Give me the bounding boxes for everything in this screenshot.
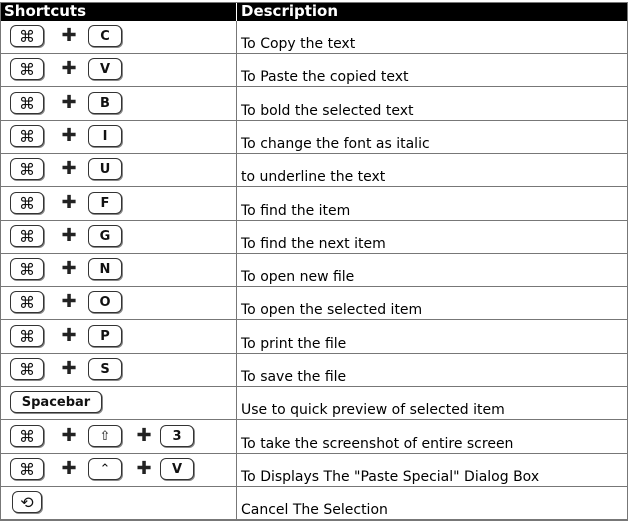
plus-icon: ✚ (61, 124, 77, 146)
command-key-icon: ⌘ (10, 291, 44, 314)
description-text: to underline the text (241, 169, 386, 186)
command-key-icon: ⌘ (10, 191, 44, 214)
letter-key: S (88, 358, 122, 380)
description-text: To find the item (241, 202, 351, 219)
letter-key: N (88, 258, 122, 281)
plus-icon: ✚ (61, 224, 77, 246)
plus-icon: ✚ (61, 324, 77, 346)
description-text: To open the selected item (241, 302, 423, 319)
shortcuts-table: Shortcuts Description ⌘ ✚ C To Copy the tex… (0, 0, 628, 523)
command-key-icon: ⌘ (10, 358, 44, 380)
shortcut-cell: ⌘ ✚ O (0, 287, 236, 319)
description-column-header: Description (237, 2, 628, 21)
table-row: ⌘ ✚ N To open new file (0, 254, 628, 288)
letter-key: G (88, 224, 122, 247)
shortcut-cell: ⌘ ✚ U (0, 154, 236, 186)
command-key-icon: ⌘ (10, 25, 44, 47)
plus-icon: ✚ (61, 25, 77, 46)
plus-icon: ✚ (61, 291, 77, 313)
table-row: Spacebar Use to quick preview of selected… (0, 387, 628, 421)
table-row: ⌘ ✚ C To Copy the text (0, 21, 628, 54)
table-row: ⌘ ✚ ⌃ ✚ V To Displays The "Paste Special" Dia… (0, 454, 628, 487)
command-key-icon: ⌘ (10, 158, 44, 181)
shift-key-icon: ⇧ (88, 424, 122, 447)
command-key-icon: ⌘ (10, 224, 44, 247)
control-key-icon: ⌃ (88, 457, 122, 480)
plus-icon: ✚ (61, 158, 77, 180)
column-divider (236, 21, 237, 521)
plus-icon: ✚ (61, 457, 77, 479)
shortcut-cell: ⟲ (0, 487, 236, 519)
plus-icon: ✚ (61, 358, 77, 379)
plus-icon: ✚ (136, 424, 152, 446)
table-row: ⌘ ✚ O To open the selected item (0, 287, 628, 321)
shortcut-cell: ⌘ ✚ P (0, 321, 236, 353)
letter-key: 3 (160, 424, 194, 447)
table-row: ⌘ ✚ I To change the font as italic (0, 121, 628, 154)
description-text: To Copy the text (241, 36, 356, 52)
letter-key: P (88, 324, 122, 347)
command-key-icon: ⌘ (10, 258, 44, 281)
letter-key: I (88, 124, 122, 147)
letter-key: F (88, 191, 122, 214)
shortcut-cell: ⌘ ✚ I (0, 121, 236, 153)
command-key-icon: ⌘ (10, 324, 44, 347)
table-row: ⌘ ✚ G To find the next item (0, 221, 628, 254)
table-row: ⌘ ✚ Uto underline the text (0, 154, 628, 188)
plus-icon: ✚ (61, 191, 77, 213)
shortcut-cell: ⌘ ✚ ⇧ ✚ 3 (0, 421, 236, 453)
spacebar-key: Spacebar (10, 391, 102, 414)
table-row: ⟲ Cancel The Selection (0, 487, 628, 521)
shortcut-cell: ⌘ ✚ B (0, 88, 236, 120)
shortcut-cell: ⌘ ✚ V (0, 54, 236, 86)
description-text: To Displays The "Paste Special" Dialog B… (241, 468, 540, 485)
plus-icon: ✚ (136, 457, 152, 479)
plus-icon: ✚ (61, 58, 77, 80)
command-key-icon: ⌘ (10, 424, 44, 447)
plus-icon: ✚ (61, 258, 77, 280)
shortcut-cell: ⌘ ✚ S (0, 354, 236, 386)
description-text: Cancel The Selection (241, 502, 388, 519)
letter-key: V (160, 457, 194, 480)
table-row: ⌘ ✚ ⇧ ✚ 3 To take the screenshot of entire sc… (0, 421, 628, 454)
letter-key: V (88, 58, 122, 81)
command-key-icon: ⌘ (10, 91, 44, 114)
shortcut-cell: ⌘ ✚ G (0, 221, 236, 253)
shortcut-cell: Spacebar (0, 387, 236, 419)
description-text: To save the file (241, 369, 347, 385)
plus-icon: ✚ (61, 91, 77, 113)
table-row: ⌘ ✚ F To find the item (0, 188, 628, 221)
shortcut-cell: ⌘ ✚ F (0, 188, 236, 220)
letter-key: C (88, 25, 122, 47)
command-key-icon: ⌘ (10, 124, 44, 147)
description-text: To change the font as italic (241, 135, 430, 152)
shortcut-cell: ⌘ ✚ C (0, 21, 236, 53)
description-text: To bold the selected text (241, 102, 414, 119)
description-text: To print the file (241, 335, 347, 352)
command-key-icon: ⌘ (10, 58, 44, 81)
table-row: ⌘ ✚ P To print the file (0, 321, 628, 354)
description-text: To find the next item (241, 235, 386, 252)
shortcuts-column-header: Shortcuts (0, 2, 236, 21)
letter-key: O (88, 291, 122, 314)
description-text: To Paste the copied text (241, 69, 409, 86)
table-row: ⌘ ✚ V To Paste the copied text (0, 54, 628, 88)
description-text: Use to quick preview of selected item (241, 402, 505, 419)
escape-icon: ⟲ (12, 491, 42, 514)
command-key-icon: ⌘ (10, 457, 44, 480)
description-text: To take the screenshot of entire screen (241, 435, 514, 452)
plus-icon: ✚ (61, 424, 77, 446)
shortcut-cell: ⌘ ✚ ⌃ ✚ V (0, 454, 236, 486)
shortcut-cell: ⌘ ✚ N (0, 254, 236, 286)
letter-key: B (88, 91, 122, 114)
table-row: ⌘ ✚ B To bold the selected text (0, 88, 628, 121)
description-text: To open new file (241, 269, 355, 286)
letter-key: U (88, 158, 122, 181)
table-row: ⌘ ✚ S To save the file (0, 354, 628, 387)
